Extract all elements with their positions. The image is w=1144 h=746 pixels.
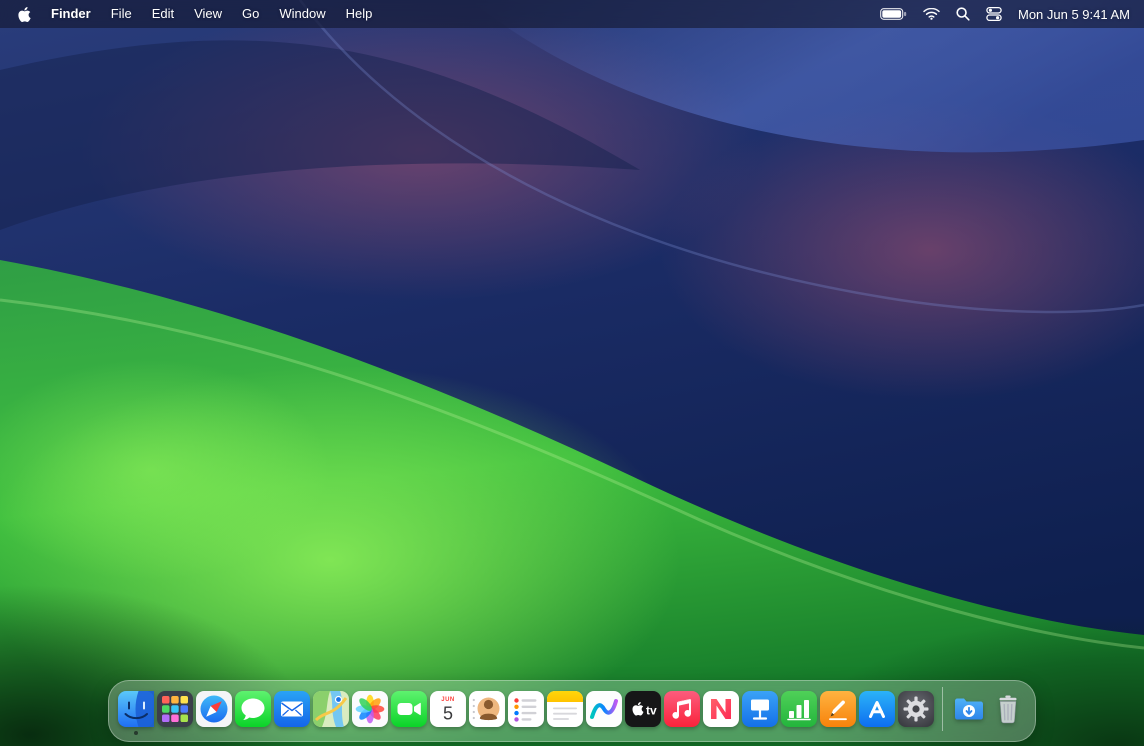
system-settings-icon: [898, 691, 934, 727]
dock-calendar[interactable]: JUN 5: [430, 691, 466, 727]
menu-help[interactable]: Help: [336, 0, 383, 28]
app-menu-finder[interactable]: Finder: [41, 0, 101, 28]
mail-icon: [274, 691, 310, 727]
contacts-icon: [469, 691, 505, 727]
pages-icon: [820, 691, 856, 727]
dock-system-settings[interactable]: [898, 691, 934, 727]
dock-finder[interactable]: [118, 691, 154, 727]
finder-running-indicator: [134, 731, 138, 735]
news-icon: [703, 691, 739, 727]
launchpad-icon: [157, 691, 193, 727]
calendar-month-label: JUN: [441, 697, 455, 703]
keynote-icon: [742, 691, 778, 727]
menu-bar-right: Mon Jun 5 9:41 AM: [872, 0, 1134, 28]
menu-bar-clock[interactable]: Mon Jun 5 9:41 AM: [1010, 7, 1134, 22]
dock: JUN 5: [108, 680, 1036, 742]
menu-file[interactable]: File: [101, 0, 142, 28]
dock-contacts[interactable]: [469, 691, 505, 727]
freeform-icon: [586, 691, 622, 727]
photos-icon: [352, 691, 388, 727]
calendar-day-label: 5: [443, 704, 453, 724]
menu-view[interactable]: View: [184, 0, 232, 28]
tv-icon: tv: [625, 691, 661, 727]
dock-photos[interactable]: [352, 691, 388, 727]
dock-reminders[interactable]: [508, 691, 544, 727]
finder-icon: [118, 691, 154, 727]
dock-mail[interactable]: [274, 691, 310, 727]
app-store-icon: [859, 691, 895, 727]
notes-icon: [547, 691, 583, 727]
dock-notes[interactable]: [547, 691, 583, 727]
facetime-icon: [391, 691, 427, 727]
menu-bar: Finder File Edit View Go Window Help: [0, 0, 1144, 28]
trash-icon: [990, 691, 1026, 727]
dock-app-store[interactable]: [859, 691, 895, 727]
wifi-icon[interactable]: [915, 0, 948, 28]
dock-tv[interactable]: tv: [625, 691, 661, 727]
dock-trash[interactable]: [990, 691, 1026, 727]
dock-maps[interactable]: [313, 691, 349, 727]
safari-icon: [196, 691, 232, 727]
tv-logo-label: tv: [646, 704, 657, 718]
dock-launchpad[interactable]: [157, 691, 193, 727]
maps-icon: [313, 691, 349, 727]
menu-edit[interactable]: Edit: [142, 0, 184, 28]
dock-music[interactable]: [664, 691, 700, 727]
music-icon: [664, 691, 700, 727]
dock-safari[interactable]: [196, 691, 232, 727]
dock-news[interactable]: [703, 691, 739, 727]
menu-go[interactable]: Go: [232, 0, 269, 28]
dock-pages[interactable]: [820, 691, 856, 727]
desktop-wallpaper: [0, 0, 1144, 746]
messages-icon: [235, 691, 271, 727]
dock-facetime[interactable]: [391, 691, 427, 727]
downloads-folder-icon: [951, 691, 987, 727]
dock-numbers[interactable]: [781, 691, 817, 727]
control-center-icon[interactable]: [978, 0, 1010, 28]
reminders-icon: [508, 691, 544, 727]
battery-icon[interactable]: [872, 0, 915, 28]
menu-bar-left: Finder File Edit View Go Window Help: [10, 0, 382, 28]
dock-divider: [942, 687, 943, 731]
dock-downloads[interactable]: [951, 691, 987, 727]
apple-logo-icon: [18, 7, 31, 22]
calendar-icon: JUN 5: [430, 691, 466, 727]
dock-keynote[interactable]: [742, 691, 778, 727]
spotlight-icon[interactable]: [948, 0, 978, 28]
menu-window[interactable]: Window: [269, 0, 335, 28]
apple-menu[interactable]: [10, 0, 41, 28]
dock-messages[interactable]: [235, 691, 271, 727]
numbers-icon: [781, 691, 817, 727]
dock-freeform[interactable]: [586, 691, 622, 727]
